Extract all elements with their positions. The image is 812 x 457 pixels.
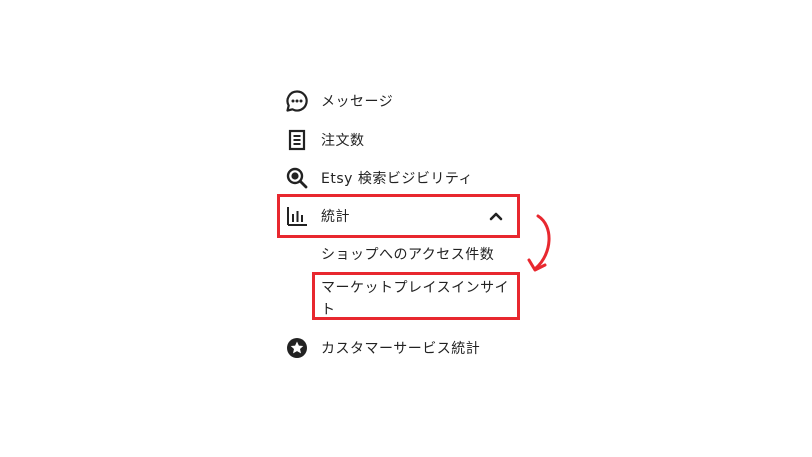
menu-item-label: 注文数 [321,133,365,149]
menu-item-label: Etsy 検索ビジビリティ [321,171,474,187]
sub-item-shop-visits[interactable]: ショップへのアクセス件数 [321,244,494,264]
menu-item-etsy-search[interactable]: Etsy 検索ビジビリティ [283,163,473,193]
cut-off-icon [287,372,307,380]
menu-item-label: メッセージ [321,94,394,110]
search-icon [283,164,311,192]
menu-item-label: カスタマーサービス統計 [321,341,481,357]
menu-item-orders[interactable]: 注文数 [283,125,365,155]
chat-bubble-icon [283,87,311,115]
star-badge-icon [283,334,311,362]
menu-item-messages[interactable]: メッセージ [283,86,393,116]
curved-arrow-icon [527,214,551,272]
marketplace-highlight-box [312,272,520,320]
stats-highlight-box [277,194,520,238]
menu-item-customer-service[interactable]: カスタマーサービス統計 [283,333,480,363]
document-icon [283,126,311,154]
